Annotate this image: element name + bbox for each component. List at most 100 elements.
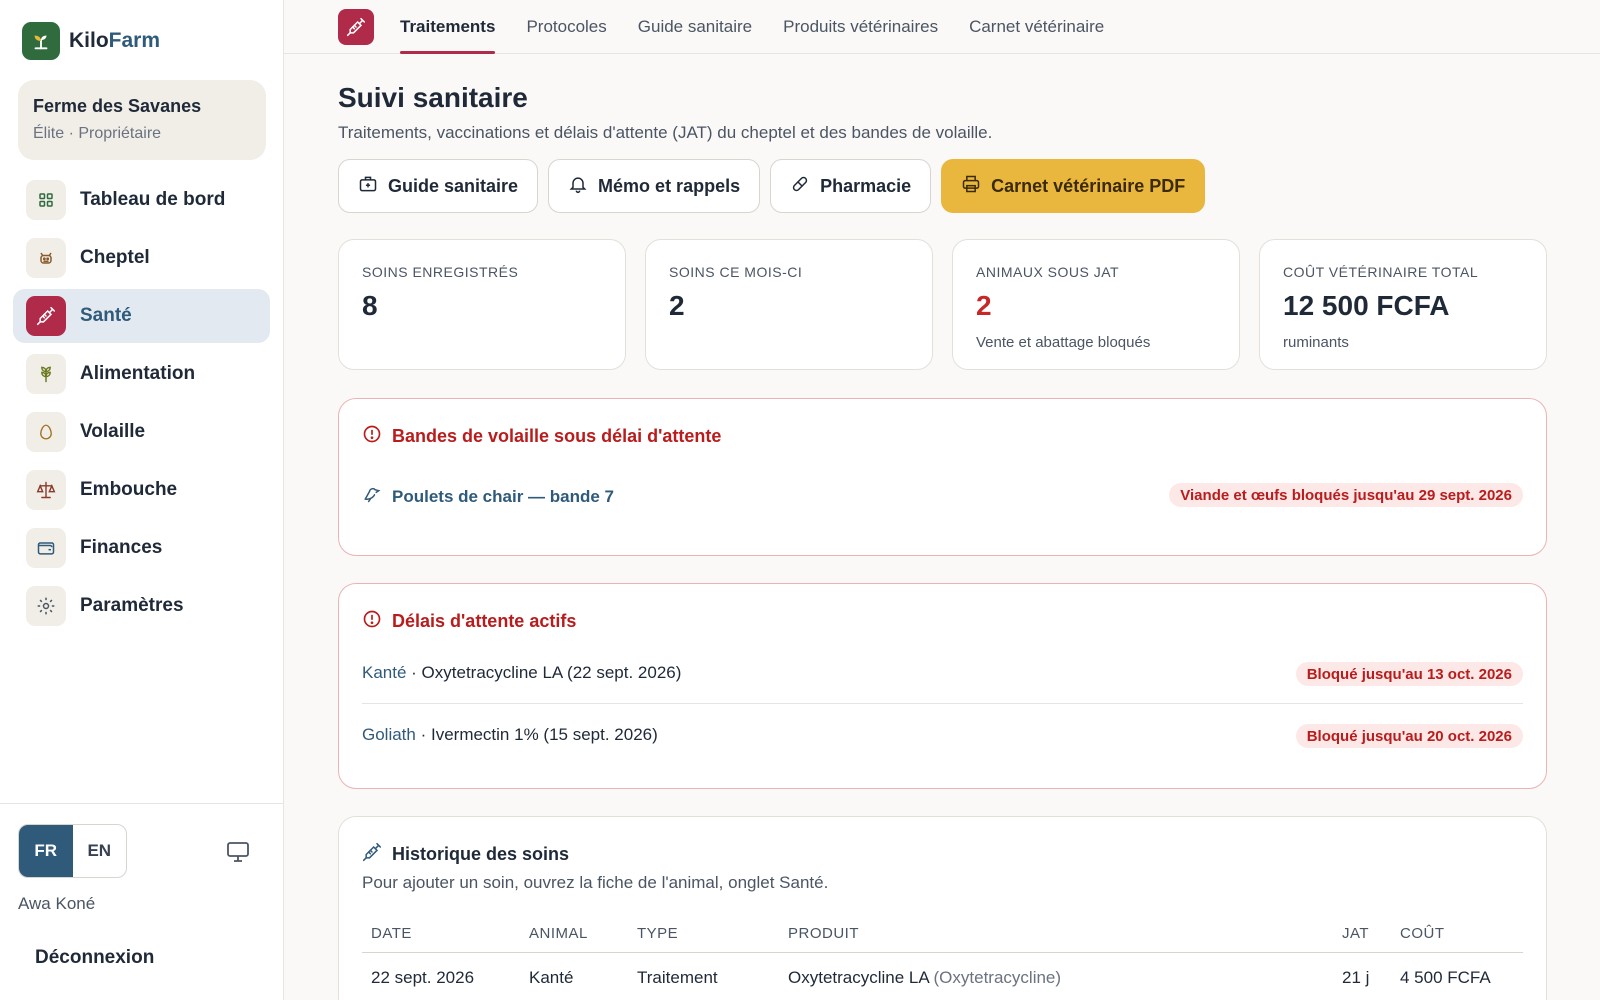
sidebar-item-alimentation[interactable]: Alimentation bbox=[13, 347, 270, 401]
wallet-icon bbox=[26, 528, 66, 568]
history-table-header: Date Animal Type Produit JAT Coût bbox=[362, 913, 1523, 953]
scale-icon bbox=[26, 470, 66, 510]
sidebar-item-volaille[interactable]: Volaille bbox=[13, 405, 270, 459]
farm-card[interactable]: Ferme des Savanes Élite · Propriétaire bbox=[18, 80, 266, 160]
tab-traitements[interactable]: Traitements bbox=[400, 0, 496, 54]
tab-produits-veterinaires[interactable]: Produits vétérinaires bbox=[783, 0, 938, 54]
stat-value: 12 500 FCFA bbox=[1283, 290, 1450, 321]
column-header-cout[interactable]: Coût bbox=[1400, 925, 1445, 942]
sidebar-item-label: Embouche bbox=[80, 479, 178, 500]
alert-header: Bandes de volaille sous délai d'attente bbox=[362, 424, 721, 449]
printer-icon bbox=[961, 174, 981, 199]
alert-circle-icon bbox=[362, 609, 382, 634]
pharmacie-label: Pharmacie bbox=[820, 175, 912, 196]
brand[interactable]: KiloFarm bbox=[22, 22, 160, 60]
stat-card-cout-veterinaire: Coût vétérinaire total 12 500 FCFA rumin… bbox=[1259, 239, 1547, 370]
product-generic: (Oxytetracycline) bbox=[933, 968, 1062, 987]
history-title: Historique des soins bbox=[392, 844, 570, 864]
tabs: Traitements Protocoles Guide sanitaire P… bbox=[400, 0, 1104, 54]
sidebar-item-label: Finances bbox=[80, 537, 163, 558]
page-title: Suivi sanitaire bbox=[338, 82, 528, 113]
animal-link-kante[interactable]: Kanté bbox=[362, 663, 406, 683]
page-subtitle: Traitements, vaccinations et délais d'at… bbox=[338, 123, 993, 142]
alert-circle-icon bbox=[362, 424, 382, 449]
cow-icon bbox=[26, 238, 66, 278]
sidebar-item-label: Volaille bbox=[80, 421, 146, 442]
logout-button[interactable]: Déconnexion bbox=[35, 947, 154, 969]
stat-card-animaux-sous-jat: Animaux sous JAT 2 Vente et abattage blo… bbox=[952, 239, 1240, 370]
cell-jat: 21 j bbox=[1342, 968, 1370, 987]
egg-icon bbox=[26, 412, 66, 452]
medical-kit-icon bbox=[358, 174, 378, 199]
history-header: Historique des soins bbox=[362, 842, 569, 867]
sidebar-item-cheptel[interactable]: Cheptel bbox=[13, 231, 270, 285]
sidebar-item-label: Santé bbox=[80, 305, 132, 326]
sidebar-item-tableau-de-bord[interactable]: Tableau de bord bbox=[13, 173, 270, 227]
stat-note: Vente et abattage bloqués bbox=[976, 334, 1151, 351]
sidebar-item-label: Alimentation bbox=[80, 363, 196, 384]
stats-row: Soins enregistrés 8 Soins ce mois-ci 2 A… bbox=[338, 239, 1547, 370]
user-name: Awa Koné bbox=[18, 894, 96, 913]
stat-label: Soins enregistrés bbox=[362, 264, 519, 280]
sprout-logo-icon bbox=[22, 22, 60, 60]
pill-icon bbox=[790, 174, 810, 199]
poultry-blocked-badge: Viande et œufs bloqués jusqu'au 29 sept.… bbox=[1169, 483, 1523, 507]
stat-label: Soins ce mois-ci bbox=[669, 264, 803, 280]
carnet-pdf-button[interactable]: Carnet vétérinaire PDF bbox=[941, 159, 1206, 213]
column-header-animal[interactable]: Animal bbox=[529, 925, 588, 942]
farm-name: Ferme des Savanes bbox=[33, 96, 202, 116]
tab-guide-sanitaire[interactable]: Guide sanitaire bbox=[638, 0, 752, 54]
sidebar-item-embouche[interactable]: Embouche bbox=[13, 463, 270, 517]
tab-carnet-veterinaire[interactable]: Carnet vétérinaire bbox=[969, 0, 1104, 54]
pharmacie-button[interactable]: Pharmacie bbox=[770, 159, 932, 213]
withdrawal-detail: · Ivermectin 1% (15 sept. 2026) bbox=[415, 725, 658, 744]
column-header-produit[interactable]: Produit bbox=[788, 925, 859, 942]
sidebar-footer: FR EN Awa Koné Déconnexion bbox=[0, 803, 283, 1000]
sidebar-item-sante[interactable]: Santé bbox=[13, 289, 270, 343]
sidebar-item-finances[interactable]: Finances bbox=[13, 521, 270, 575]
column-header-date[interactable]: Date bbox=[371, 925, 412, 942]
monitor-icon[interactable] bbox=[226, 841, 252, 863]
sidebar-item-label: Paramètres bbox=[80, 595, 184, 616]
syringe-icon bbox=[26, 296, 66, 336]
sidebar: KiloFarm Ferme des Savanes Élite · Propr… bbox=[0, 0, 284, 1000]
wheat-icon bbox=[26, 354, 66, 394]
column-header-jat[interactable]: JAT bbox=[1342, 925, 1369, 942]
poultry-withdrawal-alert: Bandes de volaille sous délai d'attente … bbox=[338, 398, 1547, 556]
sidebar-item-parametres[interactable]: Paramètres bbox=[13, 579, 270, 633]
stat-value: 2 bbox=[976, 290, 992, 321]
lang-en-button[interactable]: EN bbox=[73, 825, 127, 877]
poultry-batch-link[interactable]: Poulets de chair — bande 7 bbox=[392, 487, 614, 507]
lang-fr-button[interactable]: FR bbox=[19, 825, 73, 877]
language-switch: FR EN bbox=[18, 824, 127, 878]
row-divider bbox=[362, 703, 1523, 704]
syringe-icon bbox=[338, 9, 374, 45]
stat-value: 2 bbox=[669, 290, 685, 321]
animal-link-goliath[interactable]: Goliath bbox=[362, 725, 416, 745]
gear-icon bbox=[26, 586, 66, 626]
poultry-batch-row: Poulets de chair — bande 7 bbox=[362, 484, 614, 509]
cell-product: Oxytetracycline LA (Oxytetracycline) bbox=[788, 968, 1061, 988]
treatment-history-card: Historique des soins Pour ajouter un soi… bbox=[338, 816, 1547, 1000]
tab-protocoles[interactable]: Protocoles bbox=[526, 0, 606, 54]
cell-type: Traitement bbox=[637, 968, 718, 987]
memo-rappels-button[interactable]: Mémo et rappels bbox=[548, 159, 761, 213]
withdrawal-detail: · Oxytetracycline LA (22 sept. 2026) bbox=[406, 663, 682, 682]
guide-sanitaire-label: Guide sanitaire bbox=[388, 175, 519, 196]
cell-cost: 4 500 FCFA bbox=[1400, 968, 1491, 987]
guide-sanitaire-button[interactable]: Guide sanitaire bbox=[338, 159, 539, 213]
product-name: Oxytetracycline LA bbox=[788, 968, 929, 987]
farm-role: Élite · Propriétaire bbox=[33, 125, 162, 142]
memo-rappels-label: Mémo et rappels bbox=[598, 175, 741, 196]
withdrawal-row: Kanté · Oxytetracycline LA (22 sept. 202… bbox=[362, 663, 681, 683]
stat-note: ruminants bbox=[1283, 334, 1349, 351]
table-row[interactable]: 22 sept. 2026 Kanté Traitement Oxytetrac… bbox=[362, 954, 1523, 1000]
cell-animal-link[interactable]: Kanté bbox=[529, 968, 573, 988]
alert-header: Délais d'attente actifs bbox=[362, 609, 576, 634]
sidebar-item-label: Tableau de bord bbox=[80, 189, 226, 210]
column-header-type[interactable]: Type bbox=[637, 925, 678, 942]
alert-title: Délais d'attente actifs bbox=[392, 611, 577, 631]
grid-icon bbox=[26, 180, 66, 220]
brand-name-part2: Farm bbox=[108, 29, 161, 52]
withdrawal-badge: Bloqué jusqu'au 20 oct. 2026 bbox=[1295, 724, 1523, 748]
